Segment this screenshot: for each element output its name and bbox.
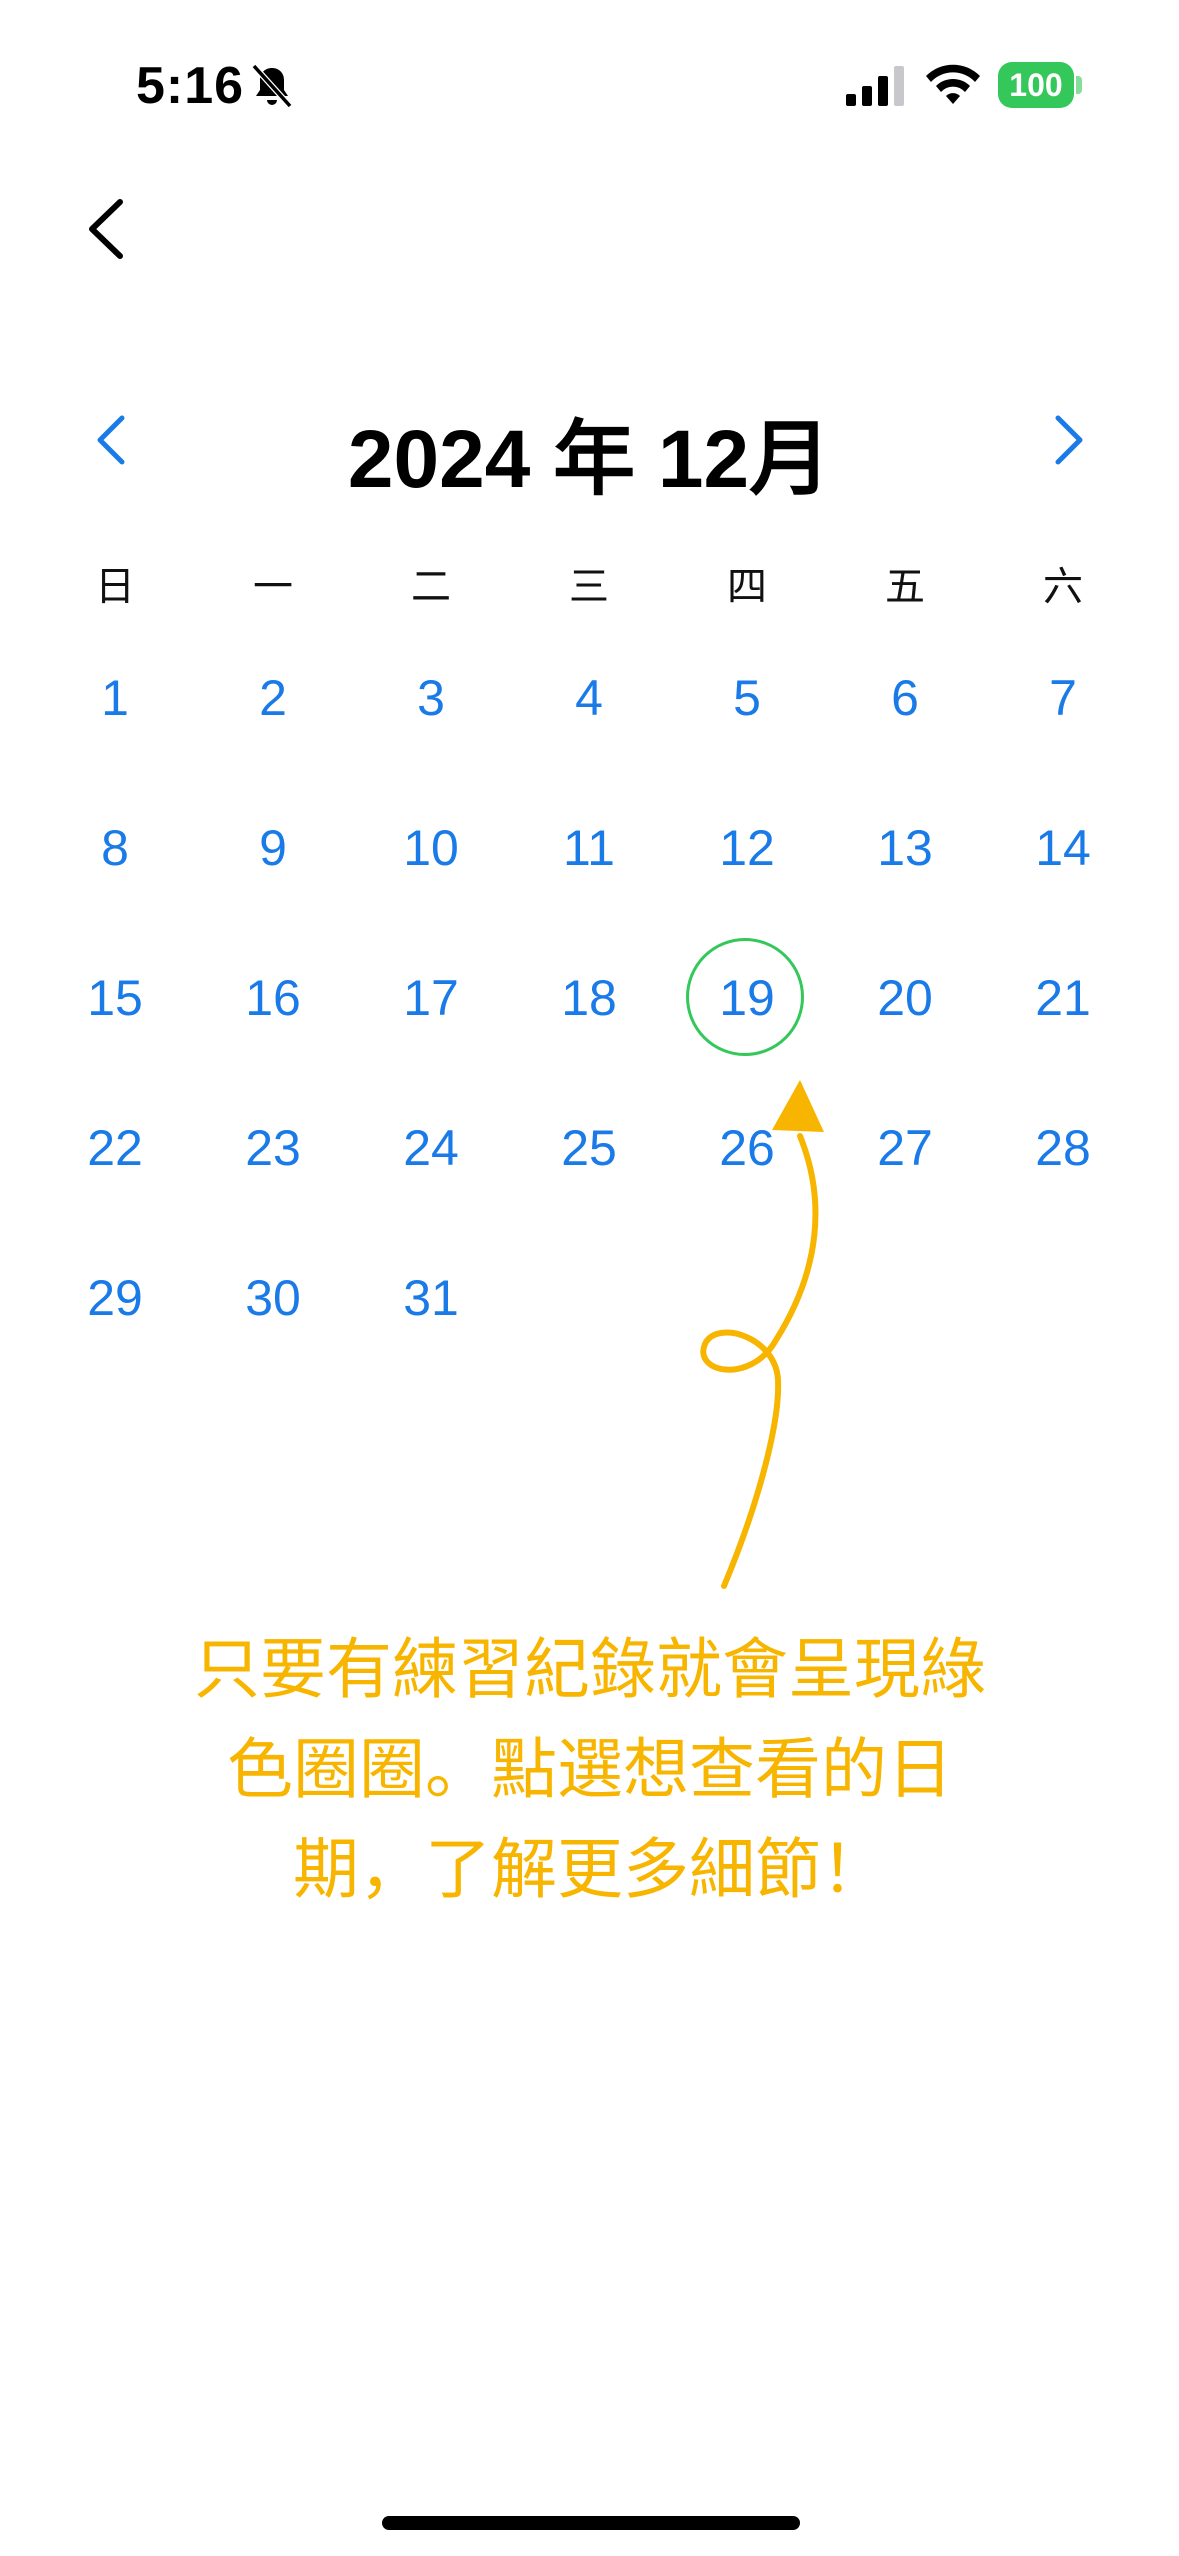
calendar-day[interactable]: 29 <box>36 1248 194 1348</box>
calendar-day[interactable]: 9 <box>194 798 352 898</box>
calendar-day[interactable]: 8 <box>36 798 194 898</box>
silent-bell-icon <box>251 63 293 109</box>
calendar-day[interactable]: 10 <box>352 798 510 898</box>
calendar-day[interactable]: 27 <box>826 1098 984 1198</box>
hint-line: 期，了解更多細節！ <box>293 1831 887 1908</box>
calendar-day[interactable]: 4 <box>510 648 668 748</box>
back-chevron-icon[interactable] <box>80 196 140 262</box>
calendar-day[interactable]: 16 <box>194 948 352 1048</box>
weekday-label: 五 <box>885 564 925 610</box>
calendar-day[interactable]: 23 <box>194 1098 352 1198</box>
calendar-day[interactable]: 2 <box>194 648 352 748</box>
month-title: 2024 年 12月 <box>347 414 832 505</box>
calendar-day[interactable]: 15 <box>36 948 194 1048</box>
calendar-day[interactable]: 17 <box>352 948 510 1048</box>
calendar-day[interactable]: 3 <box>352 648 510 748</box>
recorded-day-ring <box>686 938 804 1056</box>
calendar-day[interactable]: 13 <box>826 798 984 898</box>
calendar-day[interactable]: 6 <box>826 648 984 748</box>
cellular-signal-icon <box>846 66 904 106</box>
hint-line: 色圈圈。點選想查看的日 <box>227 1731 953 1808</box>
status-time: 5:16 <box>136 57 245 115</box>
calendar-day[interactable]: 28 <box>984 1098 1142 1198</box>
calendar-day[interactable]: 30 <box>194 1248 352 1348</box>
weekday-label: 日 <box>95 564 135 610</box>
calendar-day[interactable]: 24 <box>352 1098 510 1198</box>
weekday-label: 二 <box>411 564 451 610</box>
wifi-icon <box>926 64 980 104</box>
calendar-day[interactable]: 11 <box>510 798 668 898</box>
weekday-label: 四 <box>727 564 767 610</box>
weekday-label: 三 <box>569 564 609 610</box>
calendar-day[interactable]: 7 <box>984 648 1142 748</box>
calendar-day[interactable]: 12 <box>668 798 826 898</box>
calendar-day[interactable]: 22 <box>36 1098 194 1198</box>
weekday-label: 一 <box>253 564 293 610</box>
home-indicator[interactable] <box>382 2516 800 2530</box>
hint-line: 只要有練習紀錄就會呈現綠 <box>194 1631 986 1708</box>
calendar-day[interactable]: 5 <box>668 648 826 748</box>
calendar-day[interactable]: 31 <box>352 1248 510 1348</box>
calendar-day[interactable]: 1 <box>36 648 194 748</box>
hint-text: 只要有練習紀錄就會呈現綠 色圈圈。點選想查看的日 期，了解更多細節！ <box>120 1620 1060 1920</box>
curly-arrow-icon <box>700 1080 824 1589</box>
calendar-day[interactable]: 21 <box>984 948 1142 1048</box>
calendar-day[interactable]: 18 <box>510 948 668 1048</box>
calendar-day[interactable]: 20 <box>826 948 984 1048</box>
weekday-label: 六 <box>1043 564 1083 610</box>
next-month-icon[interactable] <box>1048 410 1088 470</box>
battery-level: 100 <box>998 62 1074 108</box>
calendar-day[interactable]: 25 <box>510 1098 668 1198</box>
battery-icon: 100 <box>998 62 1084 108</box>
calendar-day[interactable]: 14 <box>984 798 1142 898</box>
